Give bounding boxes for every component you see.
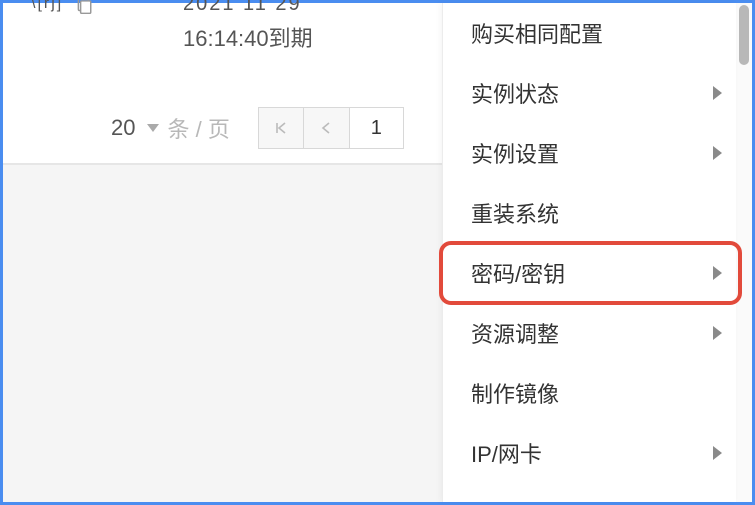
menu-item-resource-adjust[interactable]: 资源调整 [443, 303, 736, 363]
copy-icon[interactable] [75, 0, 93, 15]
menu-item-instance-settings[interactable]: 实例设置 [443, 123, 736, 183]
chevron-right-icon [713, 266, 722, 280]
menu-item-reinstall-system[interactable]: 重装系统 [443, 183, 736, 243]
page-number-input[interactable] [350, 107, 404, 149]
app-frame: \[rj] 2021 11 29 16:14:40到期 20 条 / 页 购买相… [0, 0, 755, 505]
scrollbar-thumb[interactable] [739, 5, 749, 65]
row-id-fragment: \[rj] [31, 0, 63, 13]
chevron-down-icon [147, 124, 159, 132]
menu-item-label: 购买相同配置 [471, 17, 603, 49]
first-page-button[interactable] [258, 107, 304, 149]
page-size-value: 20 [111, 115, 135, 141]
menu-item-label: 制作镜像 [471, 377, 559, 409]
page-size-select[interactable]: 20 条 / 页 [111, 112, 230, 144]
menu-item-label: 实例设置 [471, 137, 559, 169]
expiry-time: 16:14:40到期 [183, 21, 313, 53]
menu-item-instance-state[interactable]: 实例状态 [443, 63, 736, 123]
chevron-right-icon [713, 86, 722, 100]
per-page-label: 条 / 页 [167, 112, 229, 144]
menu-item-label: 重装系统 [471, 197, 559, 229]
menu-item-create-image[interactable]: 制作镜像 [443, 363, 736, 423]
chevron-right-icon [713, 326, 722, 340]
pagination-nav [258, 107, 404, 149]
context-menu: 购买相同配置 实例状态 实例设置 重装系统 密码/密钥 资源调整 制作镜像 [442, 3, 736, 502]
menu-item-buy-same-config[interactable]: 购买相同配置 [443, 3, 736, 63]
menu-item-label: 密码/密钥 [471, 257, 565, 289]
menu-item-label: 实例状态 [471, 77, 559, 109]
chevron-right-icon [713, 446, 722, 460]
expiry-date: 2021 11 29 [183, 0, 302, 16]
menu-item-password-key[interactable]: 密码/密钥 [443, 243, 736, 303]
vertical-scrollbar[interactable] [736, 3, 752, 502]
menu-item-ip-nic[interactable]: IP/网卡 [443, 423, 736, 483]
menu-item-label: IP/网卡 [471, 437, 542, 469]
chevron-right-icon [713, 146, 722, 160]
menu-item-label: 资源调整 [471, 317, 559, 349]
prev-page-button[interactable] [304, 107, 350, 149]
